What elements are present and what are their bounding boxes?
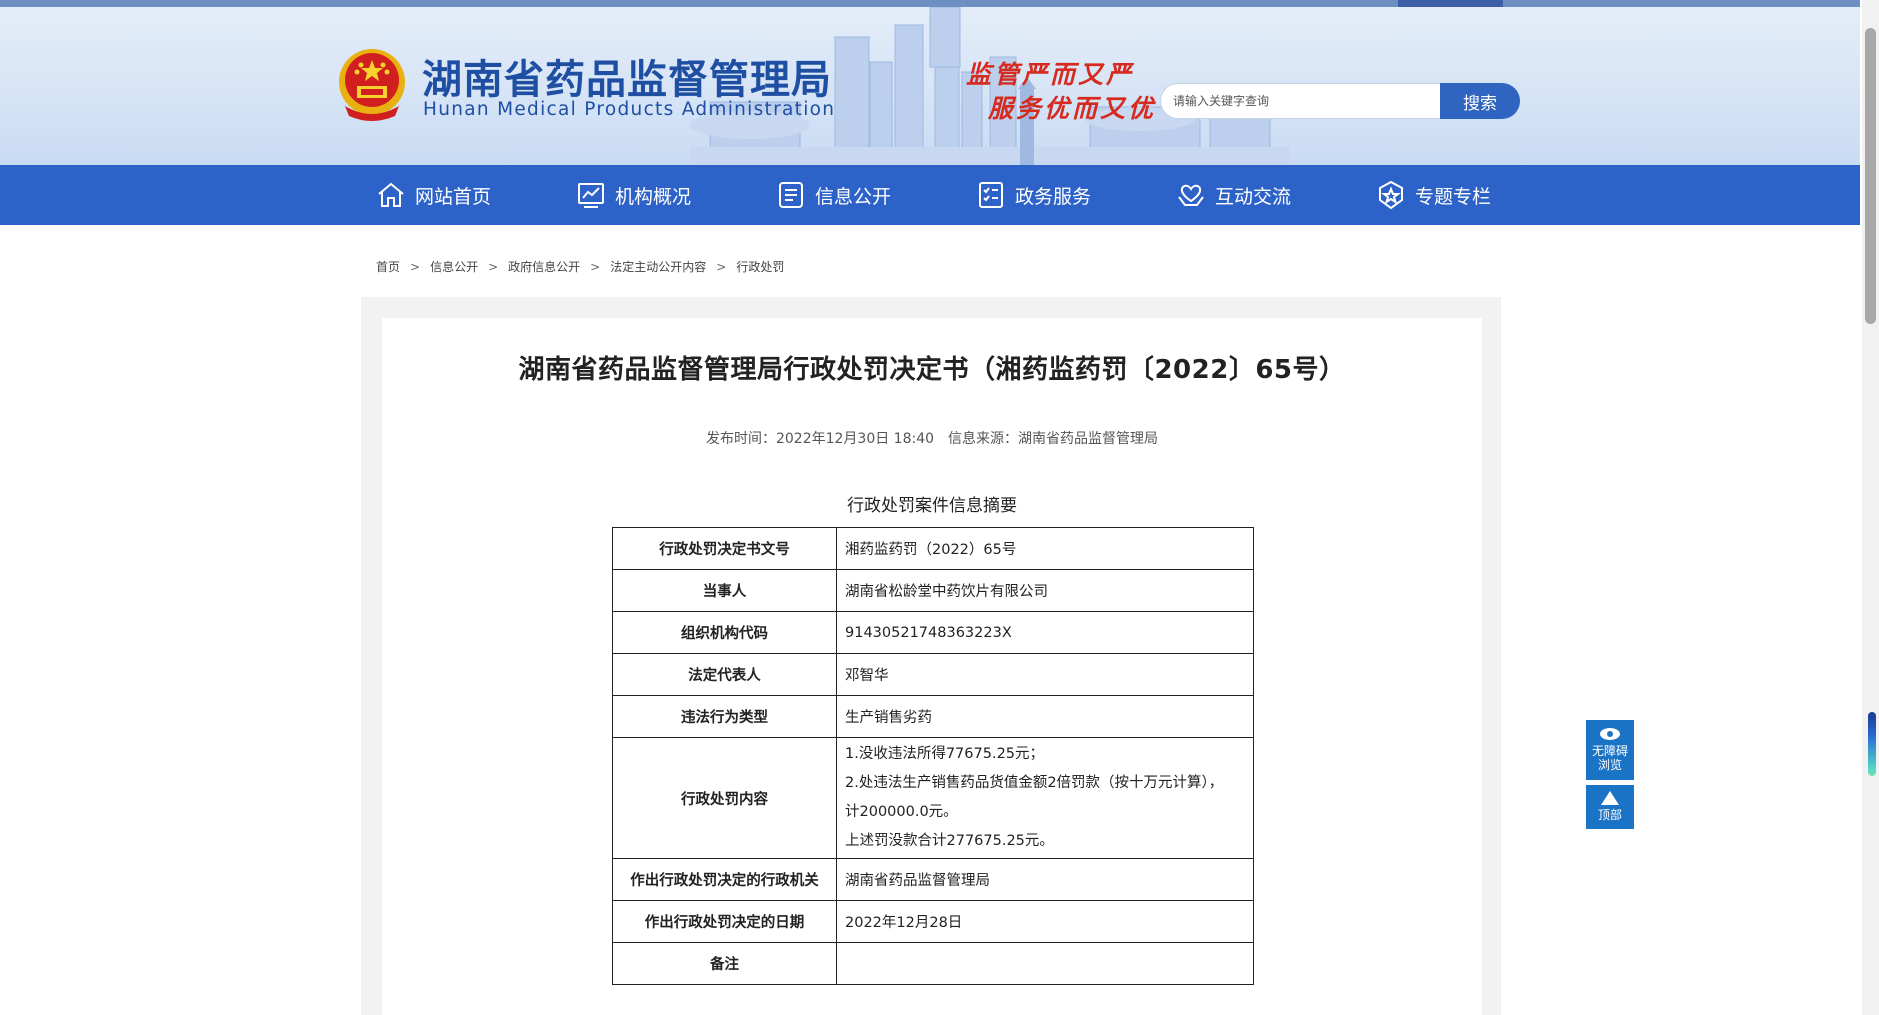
scrollbar-thumb[interactable] — [1865, 28, 1876, 324]
nav-item-label: 政务服务 — [1015, 185, 1092, 208]
breadcrumb-link-statutory[interactable]: 法定主动公开内容 — [610, 260, 706, 274]
row-value: 2022年12月28日 — [836, 900, 1254, 943]
row-key: 法定代表人 — [612, 653, 837, 696]
penalty-line: 2.处违法生产销售药品货值金额2倍罚款（按十万元计算）， — [845, 775, 1224, 791]
table-row: 当事人 湖南省松龄堂中药饮片有限公司 — [612, 569, 1254, 612]
search-input[interactable] — [1160, 83, 1440, 119]
row-key: 行政处罚决定书文号 — [612, 527, 837, 570]
row-key: 行政处罚内容 — [612, 737, 837, 859]
penalty-info-table: 行政处罚决定书文号 湘药监药罚（2022）65号 当事人 湖南省松龄堂中药饮片有… — [612, 527, 1254, 985]
penalty-line: 上述罚没款合计277675.25元。 — [845, 833, 1054, 849]
article-title: 湖南省药品监督管理局行政处罚决定书（湘药监药罚〔2022〕65号） — [518, 355, 1346, 385]
top-strip — [0, 0, 1860, 8]
row-value: 湖南省松龄堂中药饮片有限公司 — [836, 569, 1254, 612]
row-value: 邓智华 — [836, 653, 1254, 696]
nav-item-label: 专题专栏 — [1415, 185, 1492, 208]
row-value: 生产销售劣药 — [836, 695, 1254, 738]
info-source: 信息来源：湖南省药品监督管理局 — [948, 431, 1159, 447]
site-subtitle: Hunan Medical Products Administration — [423, 99, 836, 120]
site-title: 湖南省药品监督管理局 — [422, 57, 832, 103]
accessible-browse-button[interactable]: 无障碍 浏览 — [1586, 720, 1634, 780]
heart-hands-icon — [1178, 184, 1204, 206]
row-value: 91430521748363223X — [836, 611, 1254, 654]
accessible-label-line-1: 无障碍 — [1591, 744, 1628, 758]
nav-item-home[interactable]: 网站首页 — [375, 165, 491, 225]
table-row: 违法行为类型 生产销售劣药 — [612, 695, 1254, 738]
site-header: 湖南省药品监督管理局 Hunan Medical Products Admini… — [0, 7, 1860, 165]
breadcrumb-separator: > — [716, 260, 727, 274]
table-row: 行政处罚内容 1.没收违法所得77675.25元； 2.处违法生产销售药品货值金… — [612, 737, 1254, 859]
nav-item-label: 信息公开 — [815, 185, 892, 208]
nav-item-gov-services[interactable]: 政务服务 — [975, 165, 1091, 225]
publish-time: 发布时间：2022年12月30日 18:40 — [705, 431, 935, 447]
table-caption: 行政处罚案件信息摘要 — [847, 496, 1017, 516]
nav-item-info-disclosure[interactable]: 信息公开 — [775, 165, 891, 225]
nav-item-interaction[interactable]: 互动交流 — [1175, 165, 1291, 225]
nav-item-about[interactable]: 机构概况 — [575, 165, 691, 225]
slogan-line-1: 监管严而又严 — [966, 60, 1135, 89]
breadcrumb-link-info[interactable]: 信息公开 — [430, 260, 478, 274]
nav-item-special-topics[interactable]: 专题专栏 — [1375, 165, 1491, 225]
nav-item-label: 机构概况 — [615, 185, 692, 208]
eye-icon — [1600, 728, 1620, 740]
row-key: 当事人 — [612, 569, 837, 612]
row-value: 1.没收违法所得77675.25元； 2.处违法生产销售药品货值金额2倍罚款（按… — [836, 737, 1254, 859]
table-row: 法定代表人 邓智华 — [612, 653, 1254, 696]
nav-item-label: 互动交流 — [1215, 185, 1292, 208]
breadcrumb: 首页 > 信息公开 > 政府信息公开 > 法定主动公开内容 > 行政处罚 — [376, 258, 784, 275]
document-icon — [779, 182, 803, 208]
search-button[interactable]: 搜索 — [1440, 83, 1520, 119]
table-row: 作出行政处罚决定的日期 2022年12月28日 — [612, 900, 1254, 943]
table-row: 备注 — [612, 942, 1254, 985]
row-value: 湖南省药品监督管理局 — [836, 858, 1254, 901]
chart-icon — [578, 183, 604, 208]
breadcrumb-separator: > — [410, 260, 421, 274]
arrow-up-icon — [1601, 791, 1619, 805]
back-to-top-button[interactable]: 顶部 — [1586, 785, 1634, 829]
row-value — [836, 942, 1254, 985]
main-nav: 网站首页 机构概况 信息公开 政务服务 互动交流 专题专栏 — [0, 165, 1860, 225]
breadcrumb-link-penalty[interactable]: 行政处罚 — [736, 260, 784, 274]
row-key: 作出行政处罚决定的日期 — [612, 900, 837, 943]
side-progress-indicator — [1868, 712, 1876, 776]
breadcrumb-link-gov-info[interactable]: 政府信息公开 — [508, 260, 580, 274]
row-value: 湘药监药罚（2022）65号 — [836, 527, 1254, 570]
accessible-label-line-2: 浏览 — [1597, 758, 1622, 772]
breadcrumb-link-home[interactable]: 首页 — [376, 260, 400, 274]
star-badge-icon — [1379, 180, 1403, 210]
penalty-line: 计200000.0元。 — [845, 804, 958, 820]
back-to-top-label: 顶部 — [1597, 808, 1622, 822]
checklist-icon — [979, 182, 1003, 208]
table-row: 行政处罚决定书文号 湘药监药罚（2022）65号 — [612, 527, 1254, 570]
row-key: 组织机构代码 — [612, 611, 837, 654]
home-icon — [378, 182, 404, 207]
penalty-line: 1.没收违法所得77675.25元； — [845, 746, 1045, 762]
nav-item-label: 网站首页 — [415, 185, 492, 208]
row-key: 作出行政处罚决定的行政机关 — [612, 858, 837, 901]
table-row: 组织机构代码 91430521748363223X — [612, 611, 1254, 654]
row-key: 备注 — [612, 942, 837, 985]
national-emblem-icon — [339, 49, 405, 121]
table-row: 作出行政处罚决定的行政机关 湖南省药品监督管理局 — [612, 858, 1254, 901]
slogan-line-2: 服务优而又优 — [988, 94, 1157, 123]
breadcrumb-separator: > — [488, 260, 499, 274]
article-meta: 发布时间：2022年12月30日 18:40 信息来源：湖南省药品监督管理局 — [382, 428, 1482, 448]
row-key: 违法行为类型 — [612, 695, 837, 738]
breadcrumb-separator: > — [590, 260, 601, 274]
